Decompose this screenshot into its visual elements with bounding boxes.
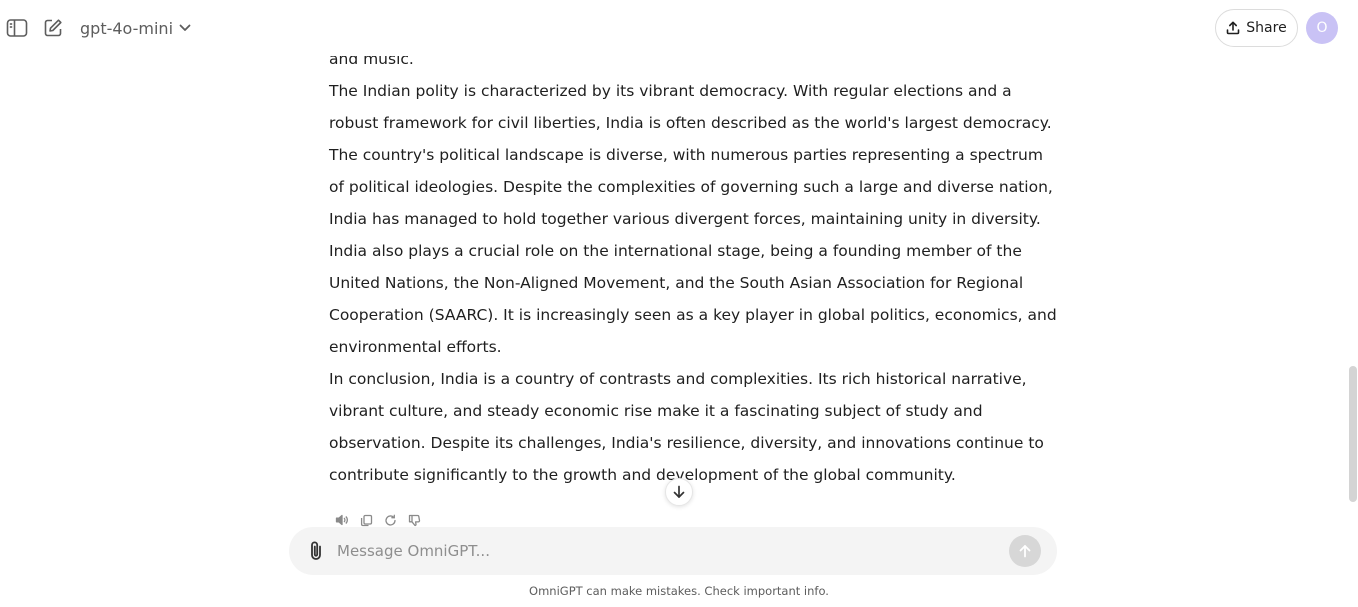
upload-icon [1226,21,1240,35]
assistant-message: and music. The Indian polity is characte… [329,43,1059,491]
edit-icon [44,19,62,37]
thumbs-down-icon [408,514,420,526]
model-name: gpt-4o-mini [80,18,174,38]
message-paragraph: In conclusion, India is a country of con… [329,370,1044,484]
arrow-up-icon [1019,545,1031,558]
avatar[interactable]: O [1306,12,1338,44]
message-paragraph: The Indian polity is characterized by it… [329,82,1053,228]
speaker-icon [335,514,348,526]
copy-button[interactable] [359,513,373,527]
sidebar-icon [6,19,28,37]
copy-icon [360,514,372,526]
disclaimer-text: OmniGPT can make mistakes. Check importa… [529,584,829,598]
send-button[interactable] [1009,535,1041,567]
model-selector[interactable]: gpt-4o-mini [80,16,191,40]
sidebar-toggle-button[interactable] [5,16,29,40]
message-input[interactable] [337,537,997,565]
read-aloud-button[interactable] [335,513,349,527]
dislike-button[interactable] [407,513,421,527]
refresh-icon [384,514,396,526]
paperclip-icon [311,541,321,560]
top-bar: gpt-4o-mini Share O [0,0,1358,56]
scroll-to-bottom-button[interactable] [665,478,693,506]
chat-app: gpt-4o-mini Share O and music. The India… [0,0,1358,607]
message-paragraph: India also plays a crucial role on the i… [329,242,1057,356]
new-chat-button[interactable] [41,16,65,40]
scrollbar-thumb[interactable] [1349,366,1357,502]
regenerate-button[interactable] [383,513,397,527]
message-composer [289,527,1057,575]
arrow-down-icon [673,485,685,498]
attach-button[interactable] [305,539,327,563]
share-button[interactable]: Share [1215,9,1298,47]
share-label: Share [1246,20,1287,36]
scrollbar-track[interactable] [1346,0,1358,607]
chevron-down-icon [179,24,191,31]
